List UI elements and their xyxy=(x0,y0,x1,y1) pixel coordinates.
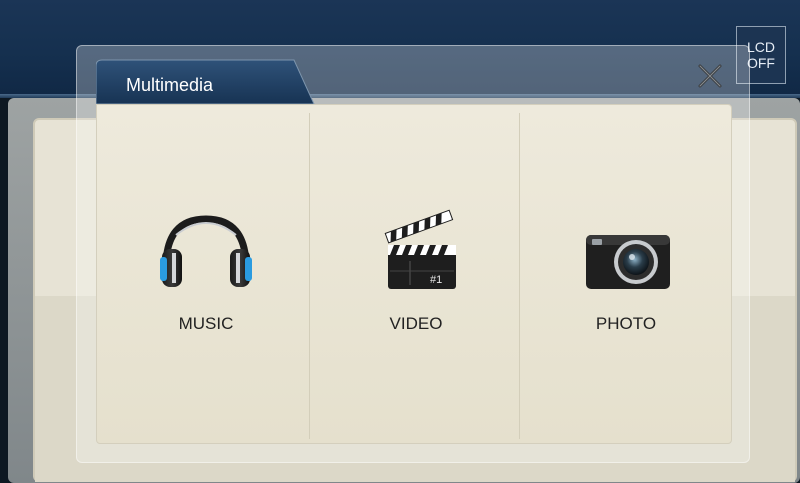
dialog-title: Multimedia xyxy=(126,75,214,95)
video-label: VIDEO xyxy=(389,314,443,333)
lcd-off-label-line1: LCD xyxy=(746,39,775,55)
clapper-number: #1 xyxy=(430,274,442,286)
close-icon xyxy=(698,64,722,88)
dialog-tab: Multimedia xyxy=(96,58,316,104)
dialog-content: MUSIC #1 VIDEO PHOTO xyxy=(96,104,732,444)
video-tile[interactable]: #1 VIDEO xyxy=(311,105,521,445)
clapperboard-icon: #1 xyxy=(368,205,464,295)
photo-tile[interactable]: PHOTO xyxy=(521,105,731,445)
lcd-off-label-line2: OFF xyxy=(746,55,775,71)
music-label: MUSIC xyxy=(178,314,234,333)
photo-label: PHOTO xyxy=(595,314,657,333)
close-button[interactable] xyxy=(692,58,728,94)
music-tile[interactable]: MUSIC xyxy=(101,105,311,445)
headphones-icon xyxy=(158,205,254,295)
camera-icon xyxy=(578,205,674,295)
